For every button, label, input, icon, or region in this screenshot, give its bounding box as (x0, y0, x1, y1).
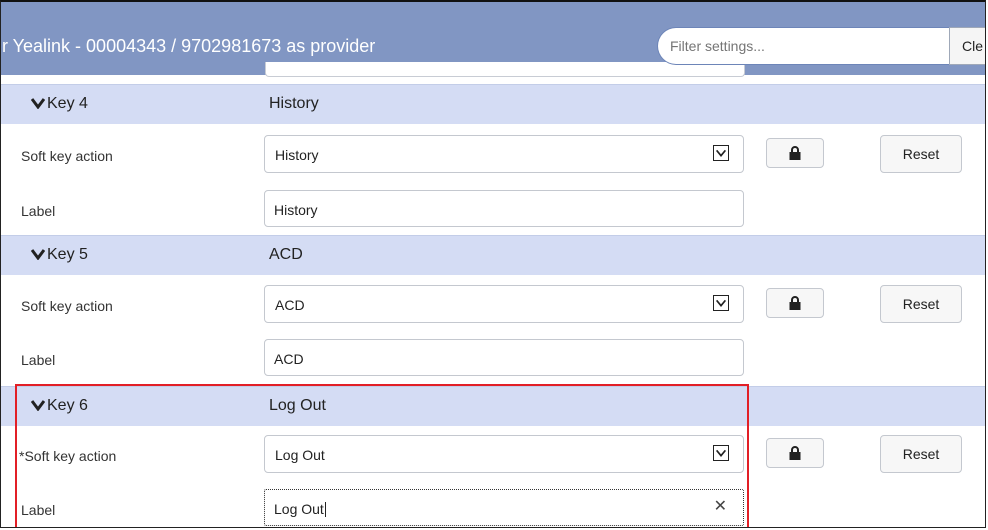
key-6-label-input[interactable]: Log Out ✕ (264, 489, 744, 526)
key-4-name: Key 4 (47, 95, 88, 112)
key-4-reset-button[interactable]: Reset (880, 135, 962, 173)
header-bar: r Yealink - 00004343 / 9702981673 as pro… (1, 2, 985, 77)
select-value: Log Out (275, 447, 325, 463)
chevron-down-icon (713, 445, 729, 461)
key-5-lock-button[interactable] (766, 288, 824, 318)
key-5-label-input[interactable]: ACD (264, 339, 744, 376)
key-4-summary: History (269, 95, 319, 112)
key-6-header[interactable]: Key 6 Log Out (1, 386, 985, 426)
key-6-lock-button[interactable] (766, 438, 824, 468)
chevron-down-icon (713, 295, 729, 311)
input-value: History (274, 202, 318, 218)
soft-key-action-label: *Soft key action (19, 448, 117, 464)
key-4-lock-button[interactable] (766, 138, 824, 168)
key-4-soft-key-select[interactable]: History (264, 135, 744, 173)
key-6-name: Key 6 (47, 397, 88, 414)
input-value: ACD (274, 351, 304, 367)
key-5-soft-key-select[interactable]: ACD (264, 285, 744, 323)
label-label: Label (21, 502, 56, 518)
soft-key-action-label: Soft key action (21, 148, 113, 164)
key-5-header[interactable]: Key 5 ACD (1, 235, 985, 275)
soft-key-action-label: Soft key action (21, 298, 113, 314)
chevron-down-icon (31, 400, 45, 411)
select-value: History (275, 147, 319, 163)
key-5-name: Key 5 (47, 246, 88, 263)
chevron-down-icon (31, 249, 45, 260)
key-6-summary: Log Out (269, 397, 326, 414)
lock-icon (789, 146, 801, 160)
filter-settings-input[interactable] (657, 27, 949, 65)
label-label: Label (21, 203, 56, 219)
label-label: Label (21, 352, 56, 368)
page-title: r Yealink - 00004343 / 9702981673 as pro… (2, 36, 376, 56)
key-6-reset-button[interactable]: Reset (880, 435, 962, 473)
key-5-reset-button[interactable]: Reset (880, 285, 962, 323)
clear-filter-button[interactable]: Cle (949, 27, 985, 65)
key-4-label-input[interactable]: History (264, 190, 744, 227)
key-6-soft-key-select[interactable]: Log Out (264, 435, 744, 473)
chevron-down-icon (713, 145, 729, 161)
key-5-summary: ACD (269, 246, 303, 263)
settings-window: r Yealink - 00004343 / 9702981673 as pro… (0, 0, 986, 528)
lock-icon (789, 296, 801, 310)
lock-icon (789, 446, 801, 460)
text-cursor (324, 502, 326, 517)
key-4-header[interactable]: Key 4 History (1, 84, 985, 124)
close-icon[interactable]: ✕ (714, 499, 727, 515)
input-value: Log Out (274, 501, 324, 517)
select-value: ACD (275, 297, 305, 313)
chevron-down-icon (31, 98, 45, 109)
